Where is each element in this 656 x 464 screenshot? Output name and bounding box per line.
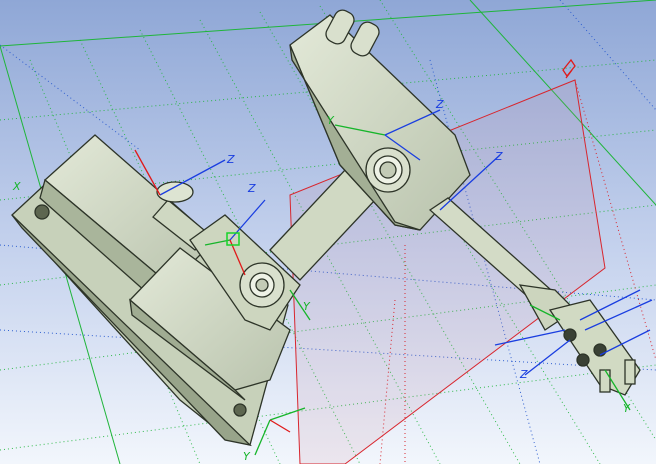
axis-label-z: Z <box>247 182 256 195</box>
axis-label-z: Z <box>519 368 528 381</box>
axis-label-x: X <box>12 180 21 193</box>
scene-canvas[interactable]: Y Z Z Z Z X Y Z Y Y <box>0 0 656 464</box>
cad-3d-viewport[interactable]: Y Z Z Z Z X Y Z Y Y <box>0 0 656 464</box>
axis-label-z: Z <box>226 153 235 166</box>
axis-label-z: Z <box>494 150 503 163</box>
axis-label-z: Z <box>435 98 444 111</box>
